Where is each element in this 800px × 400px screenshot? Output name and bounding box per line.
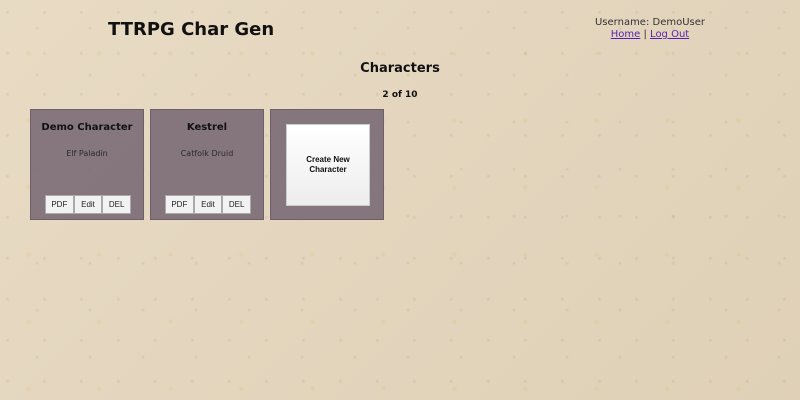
- username-text: Username: DemoUser: [594, 17, 706, 28]
- character-description: Catfolk Druid: [180, 149, 234, 158]
- user-links: Home | Log Out: [575, 29, 725, 41]
- character-card: Kestrel Catfolk Druid PDF Edit DEL: [150, 109, 264, 220]
- link-separator: |: [643, 29, 647, 40]
- pdf-button[interactable]: PDF: [165, 195, 194, 214]
- character-description: Elf Paladin: [66, 149, 108, 158]
- character-name: Kestrel: [186, 122, 228, 133]
- section-title: Characters: [360, 61, 440, 76]
- character-count: 2 of 10: [382, 90, 418, 100]
- character-name: Demo Character: [41, 122, 133, 133]
- pdf-button[interactable]: PDF: [45, 195, 74, 214]
- create-character-button[interactable]: Create New Character: [286, 124, 370, 206]
- character-actions: PDF Edit DEL: [165, 195, 252, 214]
- create-character-card: Create New Character: [270, 109, 384, 220]
- app-title: TTRPG Char Gen: [108, 19, 275, 40]
- home-link[interactable]: Home: [611, 29, 641, 40]
- character-card: Demo Character Elf Paladin PDF Edit DEL: [30, 109, 144, 220]
- edit-button[interactable]: Edit: [193, 195, 223, 214]
- user-box: Username: DemoUser Home | Log Out: [575, 17, 725, 41]
- delete-button[interactable]: DEL: [222, 195, 252, 214]
- edit-button[interactable]: Edit: [73, 195, 103, 214]
- character-actions: PDF Edit DEL: [45, 195, 132, 214]
- logout-link[interactable]: Log Out: [650, 29, 689, 40]
- delete-button[interactable]: DEL: [102, 195, 132, 214]
